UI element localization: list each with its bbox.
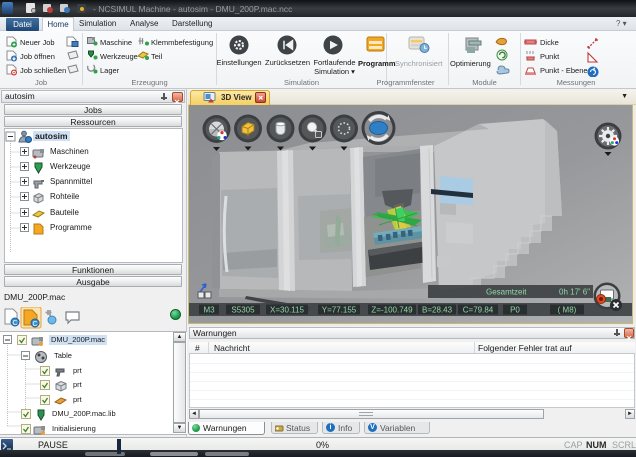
svg-text:Gesamtzeit: Gesamtzeit — [486, 288, 527, 297]
svg-text:P0: P0 — [510, 306, 520, 315]
svg-text:C=79.84: C=79.84 — [463, 306, 494, 315]
svg-text:C: C — [32, 321, 37, 328]
svg-text:M3: M3 — [203, 306, 215, 315]
svg-text:B=28.43: B=28.43 — [422, 306, 453, 315]
svg-text:( M8): ( M8) — [558, 306, 577, 315]
svg-text:S5305: S5305 — [231, 306, 255, 315]
svg-text:0h 17' 6": 0h 17' 6" — [559, 288, 590, 297]
svg-text:Y=77.155: Y=77.155 — [322, 306, 357, 315]
svg-text:X=30.115: X=30.115 — [270, 306, 304, 315]
svg-text:Z=-100.749: Z=-100.749 — [371, 306, 413, 315]
svg-text:C: C — [12, 320, 17, 327]
